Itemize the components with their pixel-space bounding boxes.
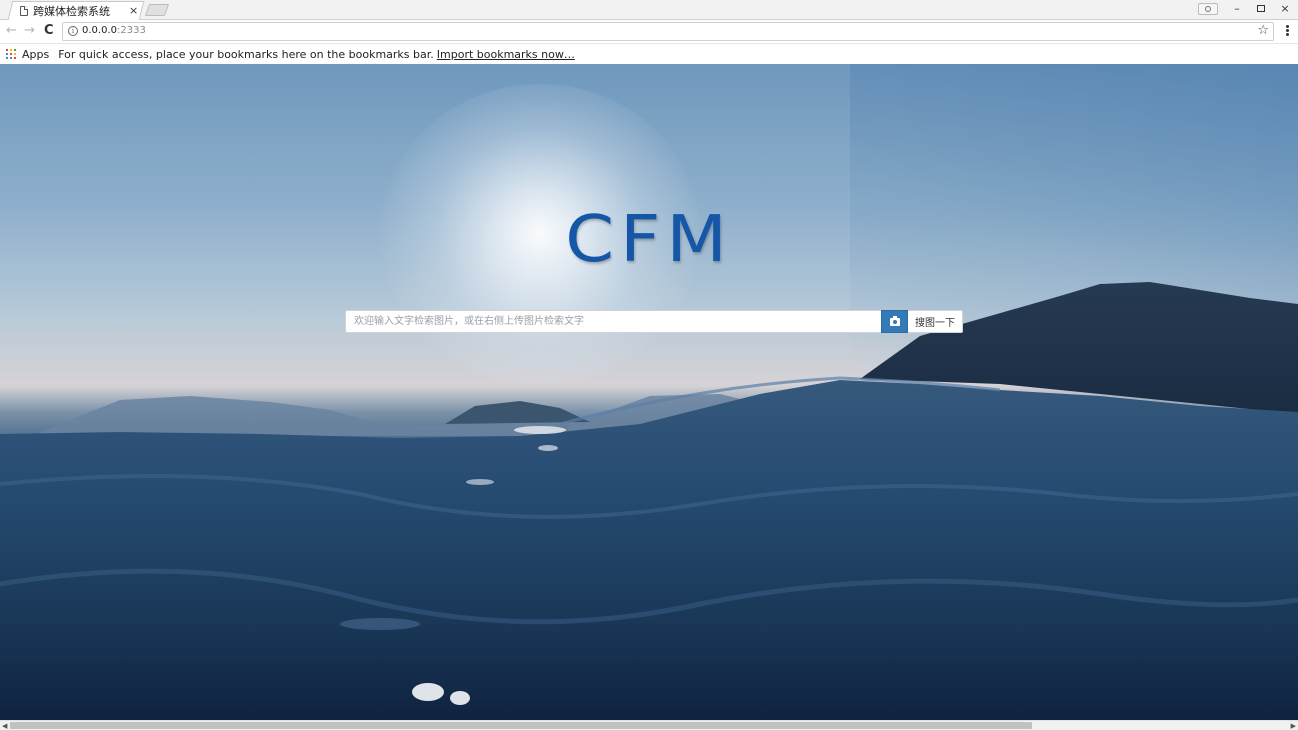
url-port: :2333 [117, 25, 146, 36]
camera-icon [889, 315, 900, 326]
profile-icon[interactable] [1198, 3, 1218, 15]
minimize-icon[interactable]: – [1232, 0, 1242, 18]
apps-grid-dot [14, 53, 16, 55]
forward-arrow-icon[interactable]: → [24, 24, 35, 38]
bookmark-star-icon[interactable]: ☆ [1257, 23, 1269, 38]
url-text[interactable]: 0.0.0.0:2333 [82, 25, 146, 36]
new-tab-button[interactable] [144, 4, 170, 16]
apps-grid-dot [10, 49, 12, 51]
page-viewport: CFM 搜图一下 [0, 64, 1298, 720]
apps-grid-dot [6, 49, 8, 51]
browser-menu-icon[interactable] [1286, 25, 1289, 37]
bookmarks-bar: Apps For quick access, place your bookma… [0, 44, 1298, 64]
maximize-icon[interactable] [1256, 0, 1266, 18]
close-window-icon[interactable]: × [1280, 0, 1290, 18]
apps-grid-dot [14, 57, 16, 59]
apps-label[interactable]: Apps [22, 48, 49, 61]
tab-strip: 跨媒体检索系统 × – × [0, 0, 1298, 20]
back-arrow-icon[interactable]: ← [6, 24, 17, 38]
bookmarks-hint: For quick access, place your bookmarks h… [58, 47, 434, 61]
scroll-left-arrow-icon[interactable]: ◀ [2, 722, 7, 730]
background-ocean-scene [0, 282, 1298, 720]
browser-toolbar: ← → C i 0.0.0.0:2333 ☆ [0, 20, 1298, 44]
search-input[interactable] [345, 310, 881, 333]
reload-icon[interactable]: C [44, 24, 54, 38]
scrollbar-thumb[interactable] [10, 722, 1032, 729]
tab-close-icon[interactable]: × [129, 4, 138, 17]
site-info-icon[interactable]: i [68, 26, 78, 36]
apps-grid-dot [6, 53, 8, 55]
url-host: 0.0.0.0 [82, 25, 117, 36]
document-icon [20, 5, 28, 16]
search-submit-button[interactable]: 搜图一下 [908, 310, 963, 333]
window-controls: – × [1198, 0, 1290, 18]
site-logo: CFM [565, 201, 733, 277]
horizontal-scrollbar[interactable]: ◀ ▶ [0, 720, 1298, 730]
apps-grid-dot [6, 57, 8, 59]
browser-tab-content[interactable]: 跨媒体检索系统 × [20, 2, 142, 19]
scroll-right-arrow-icon[interactable]: ▶ [1291, 722, 1296, 730]
apps-grid-icon[interactable] [6, 49, 16, 59]
import-bookmarks-link[interactable]: Import bookmarks now… [437, 48, 575, 61]
apps-grid-dot [14, 49, 16, 51]
apps-grid-dot [10, 53, 12, 55]
address-bar[interactable]: i 0.0.0.0:2333 ☆ [62, 22, 1274, 41]
apps-grid-dot [10, 57, 12, 59]
tab-title: 跨媒体检索系统 [33, 4, 110, 18]
image-upload-button[interactable] [881, 310, 908, 333]
search-box: 搜图一下 [345, 310, 963, 333]
